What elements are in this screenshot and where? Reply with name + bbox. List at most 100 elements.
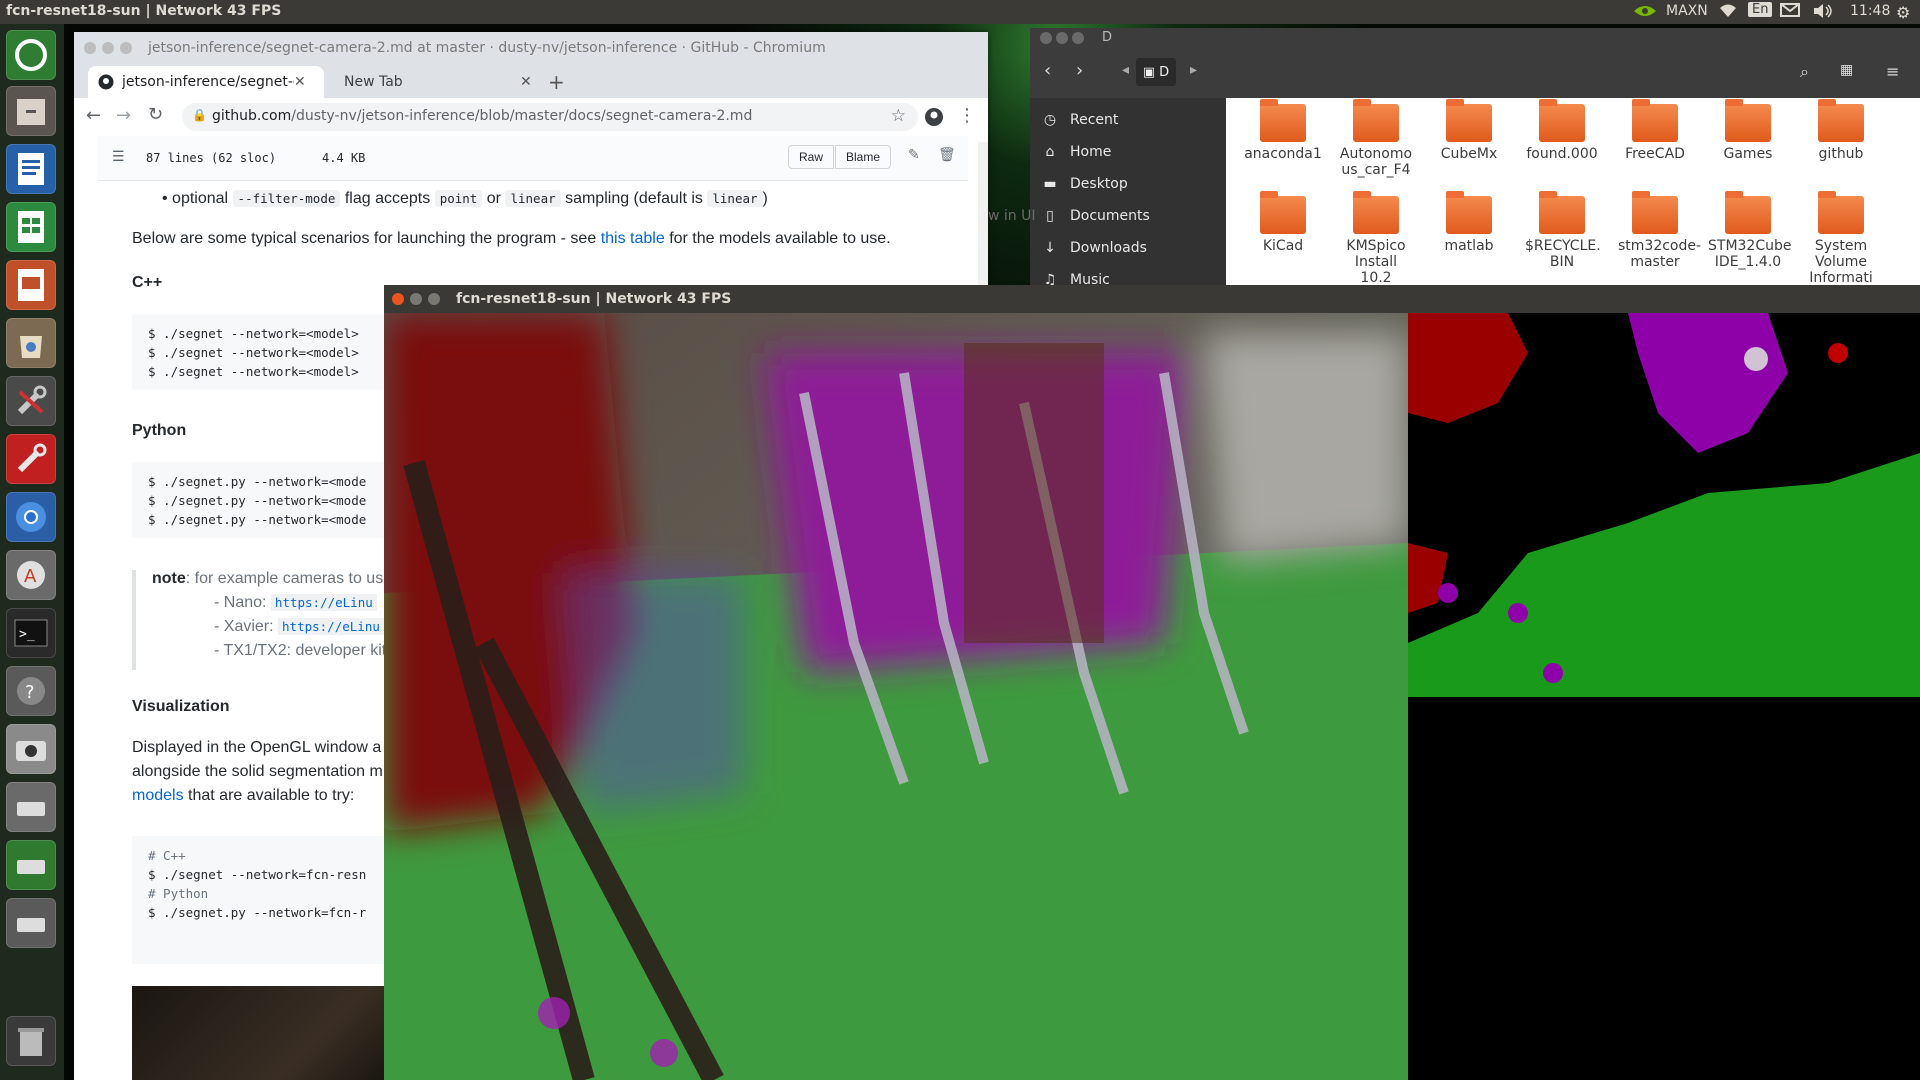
minimize-window-button[interactable] [1056, 32, 1068, 44]
tab-label: jetson-inference/segnet-c [122, 74, 294, 90]
sidebar-item-home[interactable]: ⌂ Home [1030, 136, 1226, 168]
address-bar[interactable]: 🔒 github.com/dusty-nv/jetson-inference/b… [182, 103, 918, 131]
ubuntu-dash-icon[interactable] [6, 30, 56, 80]
menu-kebab-icon[interactable]: ⋮ [958, 105, 976, 126]
sidebar-item-documents[interactable]: ▯ Documents [1030, 200, 1226, 232]
sidebar-label: Documents [1070, 208, 1150, 224]
camera-icon[interactable] [6, 724, 56, 774]
tab-github[interactable]: jetson-inference/segnet-c ✕ [88, 66, 324, 98]
trash-icon[interactable] [6, 1016, 56, 1066]
close-window-button[interactable] [392, 293, 404, 305]
file-size: 4.4 KB [322, 151, 366, 165]
folder-item[interactable]: Games [1703, 98, 1793, 162]
reload-icon[interactable]: ↻ [148, 104, 163, 125]
bookmark-star-icon[interactable]: ☆ [891, 106, 906, 126]
folder-icon [1260, 99, 1306, 142]
writer-icon[interactable] [6, 144, 56, 194]
this-table-link[interactable]: this table [601, 230, 665, 247]
folder-icon [1353, 99, 1399, 142]
sidebar-item-downloads[interactable]: ↓ Downloads [1030, 232, 1226, 264]
search-icon[interactable]: ⌕ [1800, 62, 1809, 82]
mail-icon[interactable] [1780, 3, 1800, 17]
software-center-icon[interactable] [6, 318, 56, 368]
nvidia-power-indicator[interactable]: MAXN [1632, 3, 1708, 19]
folder-item[interactable]: found.000 [1517, 98, 1607, 162]
clock[interactable]: 11:48 [1850, 3, 1890, 19]
back-icon[interactable]: ‹ [1044, 60, 1072, 88]
folder-item[interactable]: Autonomo us_car_F4 [1331, 98, 1421, 178]
updater-icon[interactable]: A [6, 550, 56, 600]
keyboard-layout-indicator[interactable]: En [1748, 2, 1773, 17]
calc-icon[interactable] [6, 202, 56, 252]
settings-alt-icon[interactable] [6, 434, 56, 484]
files-cabinet-icon[interactable] [6, 86, 56, 136]
maximize-window-button[interactable] [1072, 32, 1084, 44]
cpp-heading: C++ [132, 274, 163, 291]
folder-item[interactable]: System Volume Informati [1796, 190, 1886, 286]
profile-icon[interactable] [924, 107, 944, 127]
raw-button[interactable]: Raw [788, 145, 835, 169]
folder-item[interactable]: github [1796, 98, 1886, 162]
xavier-link[interactable]: https://eLinu [278, 618, 384, 635]
new-tab-button[interactable]: + [548, 66, 565, 98]
close-window-button[interactable] [1040, 32, 1052, 44]
path-left-arrow-icon[interactable]: ◂ [1122, 62, 1129, 78]
blame-button[interactable]: Blame [835, 145, 892, 169]
nano-link[interactable]: https://eLinu [270, 594, 377, 611]
folder-item[interactable]: stm32code- master [1610, 190, 1701, 270]
bullet-code: linear [505, 190, 561, 207]
maximize-window-button[interactable] [428, 293, 440, 305]
sidebar-item-recent[interactable]: ◷ Recent [1030, 104, 1226, 136]
sidebar-label: Downloads [1070, 240, 1147, 256]
folder-item[interactable]: KMSpico Install 10.2 [1331, 190, 1421, 286]
folder-item[interactable]: STM32Cube IDE_1.4.0 [1703, 190, 1793, 270]
sidebar-label: Home [1070, 144, 1112, 160]
settings-icon[interactable] [6, 376, 56, 426]
forward-icon[interactable]: → [116, 105, 131, 126]
bullet-text: or [486, 190, 502, 207]
impress-icon[interactable] [6, 260, 56, 310]
view-toggle-icon[interactable]: ▦ [1840, 62, 1853, 78]
help-icon[interactable]: ? [6, 666, 56, 716]
terminal-icon[interactable]: >_ [6, 608, 56, 658]
folder-label: github [1818, 146, 1864, 162]
maximize-window-button[interactable] [120, 42, 132, 54]
drive-icon[interactable] [6, 782, 56, 832]
folder-icon [1632, 99, 1678, 142]
minimize-window-button[interactable] [410, 293, 422, 305]
close-window-button[interactable] [84, 42, 96, 54]
minimize-window-button[interactable] [102, 42, 114, 54]
tab-label: New Tab [344, 74, 403, 90]
wifi-icon[interactable] [1718, 3, 1738, 19]
close-tab-icon[interactable]: ✕ [294, 74, 306, 90]
folder-item[interactable]: FreeCAD [1610, 98, 1700, 162]
models-link[interactable]: models [132, 787, 184, 804]
drive-alt2-icon[interactable] [6, 898, 56, 948]
menu-icon[interactable]: ≡ [1886, 62, 1899, 81]
drive-alt-icon[interactable] [6, 840, 56, 890]
folder-item[interactable]: anaconda1 [1238, 98, 1328, 162]
delete-trash-icon[interactable]: 🗑 [938, 146, 956, 163]
drive-icon: ▣ [1142, 64, 1156, 80]
folder-item[interactable]: KiCad [1238, 190, 1328, 254]
sidebar-item-desktop[interactable]: ▬ Desktop [1030, 168, 1226, 200]
settings-gear-icon[interactable]: ⚙ [1896, 3, 1910, 22]
volume-icon[interactable] [1812, 3, 1834, 19]
sidebar-label: Recent [1070, 112, 1119, 128]
folder-icon [1539, 191, 1585, 234]
folder-icon [1446, 191, 1492, 234]
tab-new[interactable]: New Tab ✕ [330, 66, 540, 98]
folder-item[interactable]: $RECYCLE. BIN [1517, 190, 1607, 270]
back-icon[interactable]: ← [86, 105, 101, 126]
folder-item[interactable]: matlab [1424, 190, 1514, 254]
toolbar: ← → ↻ 🔒 github.com/dusty-nv/jetson-infer… [74, 98, 988, 137]
folder-item[interactable]: CubeMx [1424, 98, 1514, 162]
folder-icon [1725, 191, 1771, 234]
close-tab-icon[interactable]: ✕ [520, 74, 532, 90]
edit-pencil-icon[interactable]: ✎ [908, 146, 920, 163]
folder-label: FreeCAD [1625, 146, 1685, 162]
forward-icon[interactable]: › [1076, 60, 1104, 88]
path-button-d[interactable]: ▣ D [1136, 58, 1176, 86]
path-right-arrow-icon[interactable]: ▸ [1190, 62, 1197, 78]
chromium-icon[interactable] [6, 492, 56, 542]
